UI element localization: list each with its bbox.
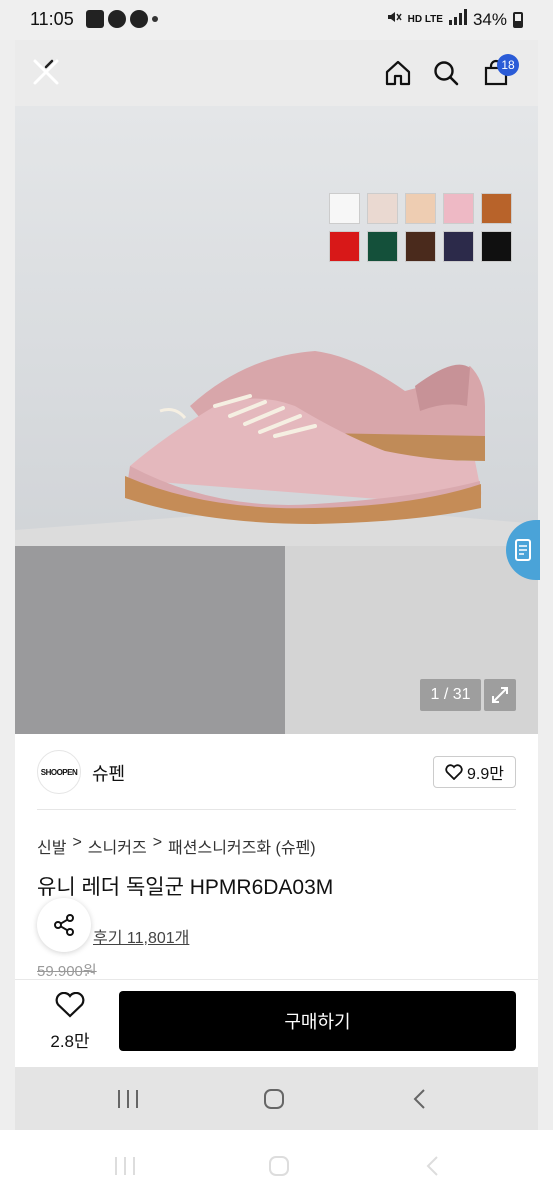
product-info: SHOOPEN 슈펜 9.9만 신발 > 스니커즈 > 패션스니커즈화 (슈펜)… — [15, 734, 538, 979]
color-swatch-navy[interactable] — [443, 231, 474, 262]
home-nav-icon — [269, 1156, 289, 1176]
chat-icon — [130, 10, 148, 28]
inner-navigation-bar — [15, 1067, 538, 1130]
home-nav-button[interactable] — [264, 1152, 294, 1180]
cart-count-badge: 18 — [497, 54, 519, 76]
more-dot-icon — [152, 16, 158, 22]
mute-icon — [386, 9, 402, 30]
brand-like-count: 9.9만 — [467, 766, 504, 783]
color-swatch-darkbrown[interactable] — [405, 231, 436, 262]
wishlist-count: 2.8만 — [50, 1032, 90, 1051]
color-swatch-white[interactable] — [329, 193, 360, 224]
breadcrumb-item[interactable]: 신발 — [37, 834, 66, 858]
battery-percent: 34% — [472, 9, 507, 29]
status-bar: 11:05 HD LTE 34% — [0, 0, 553, 40]
color-swatch-sand[interactable] — [405, 193, 436, 224]
bottom-action-bar: 2.8만 구매하기 — [15, 979, 538, 1067]
status-time: 11:05 — [30, 9, 74, 29]
close-button[interactable] — [29, 55, 63, 89]
gallery-icon — [86, 10, 104, 28]
color-swatch-green[interactable] — [367, 231, 398, 262]
search-icon — [434, 61, 459, 86]
color-swatch-beige[interactable] — [367, 193, 398, 224]
brand-like-button[interactable]: 9.9만 — [433, 756, 516, 788]
color-swatch-brown[interactable] — [481, 193, 512, 224]
brand-logo-text: SHOOPEN — [40, 767, 78, 777]
buy-button[interactable]: 구매하기 — [119, 991, 516, 1051]
product-title: 유니 레더 독일군 HPMR6DA03M — [37, 876, 334, 899]
chevron-right-icon: > — [72, 834, 82, 851]
recent-apps-button[interactable] — [113, 1085, 143, 1113]
product-image[interactable]: 1 / 31 — [15, 106, 538, 734]
expand-button[interactable] — [484, 679, 516, 711]
recent-apps-icon — [115, 1157, 135, 1175]
breadcrumb: 신발 > 스니커즈 > 패션스니커즈화 (슈펜) — [37, 834, 316, 858]
wishlist-button[interactable]: 2.8만 — [40, 991, 100, 1052]
breadcrumb-item[interactable]: 패션스니커즈화 (슈펜) — [168, 834, 316, 858]
heart-icon — [55, 991, 85, 1018]
back-icon — [413, 1089, 425, 1109]
image-counter: 1 / 31 — [420, 679, 481, 711]
status-right: HD LTE 34% — [386, 9, 523, 30]
search-button[interactable] — [429, 56, 463, 90]
home-button[interactable] — [381, 56, 415, 90]
brand-logo[interactable]: SHOOPEN — [37, 750, 81, 794]
breadcrumb-item[interactable]: 스니커즈 — [88, 834, 147, 858]
expand-icon — [492, 687, 508, 703]
back-nav-button[interactable] — [418, 1152, 448, 1180]
color-swatch-pink[interactable] — [443, 193, 474, 224]
recent-apps-icon — [118, 1090, 138, 1108]
color-swatch-red[interactable] — [329, 231, 360, 262]
original-price: 59,900원 — [37, 963, 97, 976]
review-count-link[interactable]: 후기 11,801개 — [93, 924, 189, 948]
share-icon — [54, 914, 74, 936]
outer-navigation-bar — [0, 1130, 553, 1200]
share-button[interactable] — [37, 898, 91, 952]
heart-icon — [445, 764, 463, 780]
back-nav-button[interactable] — [405, 1085, 435, 1113]
app-header — [15, 40, 538, 106]
close-icon — [33, 59, 59, 85]
home-icon — [385, 60, 411, 86]
color-swatch-black[interactable] — [481, 231, 512, 262]
divider — [37, 809, 516, 810]
document-icon — [515, 539, 531, 561]
back-icon — [426, 1156, 438, 1176]
notification-icons — [86, 10, 158, 28]
home-nav-icon — [264, 1089, 284, 1109]
chevron-right-icon: > — [152, 834, 163, 851]
brand-name[interactable]: 슈펜 — [92, 760, 125, 786]
home-nav-button[interactable] — [259, 1085, 289, 1113]
recent-apps-button[interactable] — [110, 1152, 140, 1180]
phone-screen: 11:05 HD LTE 34% 18 1 / 31 SHOOPEN 슈펜 9.… — [0, 0, 553, 1200]
battery-icon — [513, 11, 523, 28]
network-label: HD LTE — [407, 13, 443, 25]
signal-icon — [448, 9, 467, 30]
talk-icon — [108, 10, 126, 28]
